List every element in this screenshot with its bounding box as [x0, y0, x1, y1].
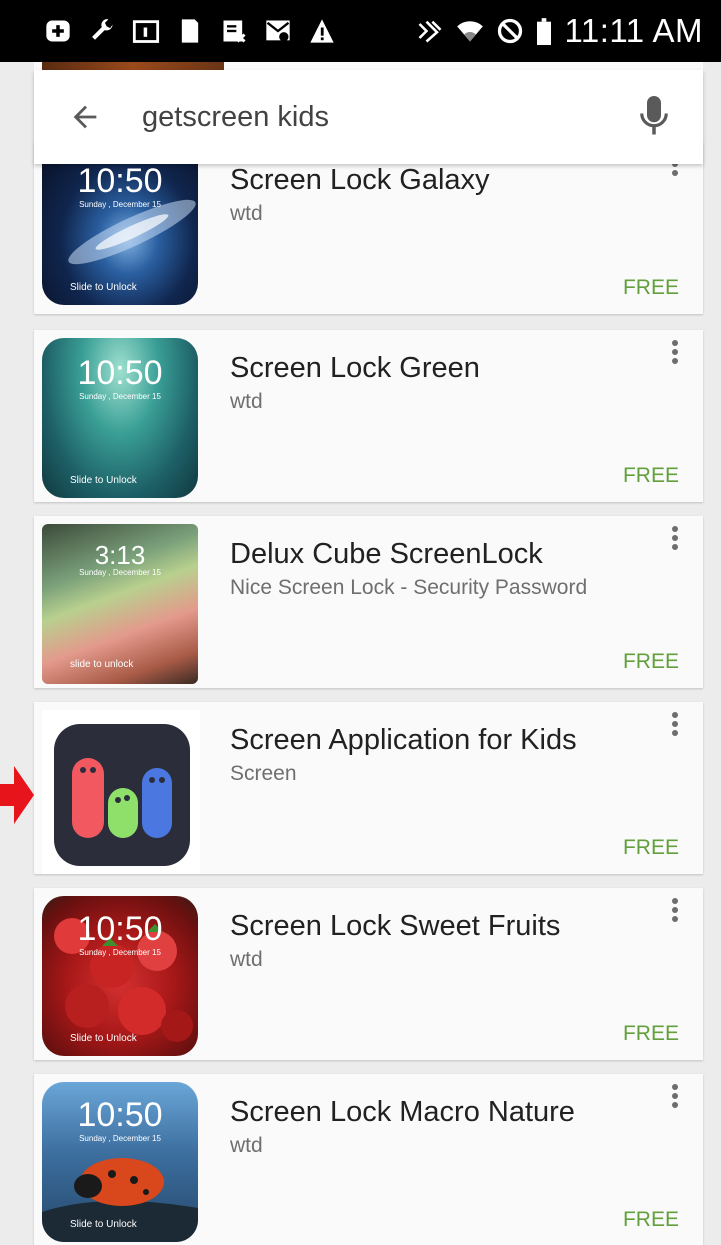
- wifi-icon: [456, 17, 484, 45]
- app-title: Screen Application for Kids: [230, 724, 577, 756]
- status-bar: 11:11 AM: [0, 0, 721, 62]
- more-options-icon[interactable]: [669, 1084, 681, 1114]
- mic-icon[interactable]: [639, 96, 669, 138]
- app-thumbnail: 3:13 Sunday , December 15 slide to unloc…: [42, 524, 198, 684]
- warning-icon: [308, 17, 336, 45]
- app-title: Screen Lock Macro Nature: [230, 1096, 575, 1128]
- price-badge: FREE: [622, 464, 679, 487]
- app-thumbnail: [42, 710, 200, 874]
- price-badge: FREE: [622, 1022, 679, 1045]
- search-input[interactable]: getscreen kids: [142, 101, 639, 134]
- result-card[interactable]: 3:13 Sunday , December 15 slide to unloc…: [34, 516, 703, 688]
- result-card[interactable]: 10:50 Sunday , December 15 Slide to Unlo…: [34, 888, 703, 1060]
- app-title: Screen Lock Green: [230, 352, 480, 384]
- app-developer: wtd: [230, 1134, 263, 1157]
- app-title: Screen Lock Sweet Fruits: [230, 910, 561, 942]
- email-icon: [264, 17, 292, 45]
- price-badge: FREE: [622, 276, 679, 299]
- price-badge: FREE: [622, 836, 679, 859]
- nfc-icon: [416, 17, 444, 45]
- app-developer: wtd: [230, 948, 263, 971]
- app-developer: Screen: [230, 762, 297, 785]
- app-thumbnail: 10:50 Sunday , December 15 Slide to Unlo…: [42, 142, 198, 305]
- arrow-left-icon[interactable]: [68, 100, 102, 134]
- app-thumbnail: 10:50 Sunday , December 15 Slide to Unlo…: [42, 1082, 198, 1242]
- more-options-icon[interactable]: [669, 526, 681, 556]
- battery-icon: [536, 17, 552, 45]
- block-icon: [496, 17, 524, 45]
- app-title: Screen Lock Galaxy: [230, 164, 490, 196]
- status-icons: [44, 17, 416, 45]
- more-options-icon[interactable]: [669, 712, 681, 742]
- tablet-icon: [132, 17, 160, 45]
- phone-icon: [176, 17, 204, 45]
- sim-icon: [220, 17, 248, 45]
- wrench-icon: [88, 17, 116, 45]
- more-options-icon[interactable]: [669, 340, 681, 370]
- app-developer: wtd: [230, 202, 263, 225]
- clock: 11:11 AM: [564, 12, 703, 49]
- price-badge: FREE: [622, 1208, 679, 1231]
- add-box-icon: [44, 17, 72, 45]
- app-developer: Nice Screen Lock - Security Password: [230, 576, 588, 599]
- result-card[interactable]: 10:50 Sunday , December 15 Slide to Unlo…: [34, 330, 703, 502]
- status-right: 11:11 AM: [416, 12, 703, 50]
- result-card[interactable]: 10:50 Sunday , December 15 Slide to Unlo…: [34, 142, 703, 314]
- app-title: Delux Cube ScreenLock: [230, 538, 543, 570]
- search-bar: getscreen kids: [34, 70, 703, 164]
- annotation-arrow-icon: [0, 766, 34, 824]
- app-thumbnail: 10:50 Sunday , December 15 Slide to Unlo…: [42, 338, 198, 498]
- result-card[interactable]: Screen Application for Kids Screen FREE: [34, 702, 703, 874]
- price-badge: FREE: [622, 650, 679, 673]
- app-developer: wtd: [230, 390, 263, 413]
- more-options-icon[interactable]: [669, 898, 681, 928]
- result-card[interactable]: 10:50 Sunday , December 15 Slide to Unlo…: [34, 1074, 703, 1245]
- app-thumbnail: 10:50 Sunday , December 15 Slide to Unlo…: [42, 896, 198, 1056]
